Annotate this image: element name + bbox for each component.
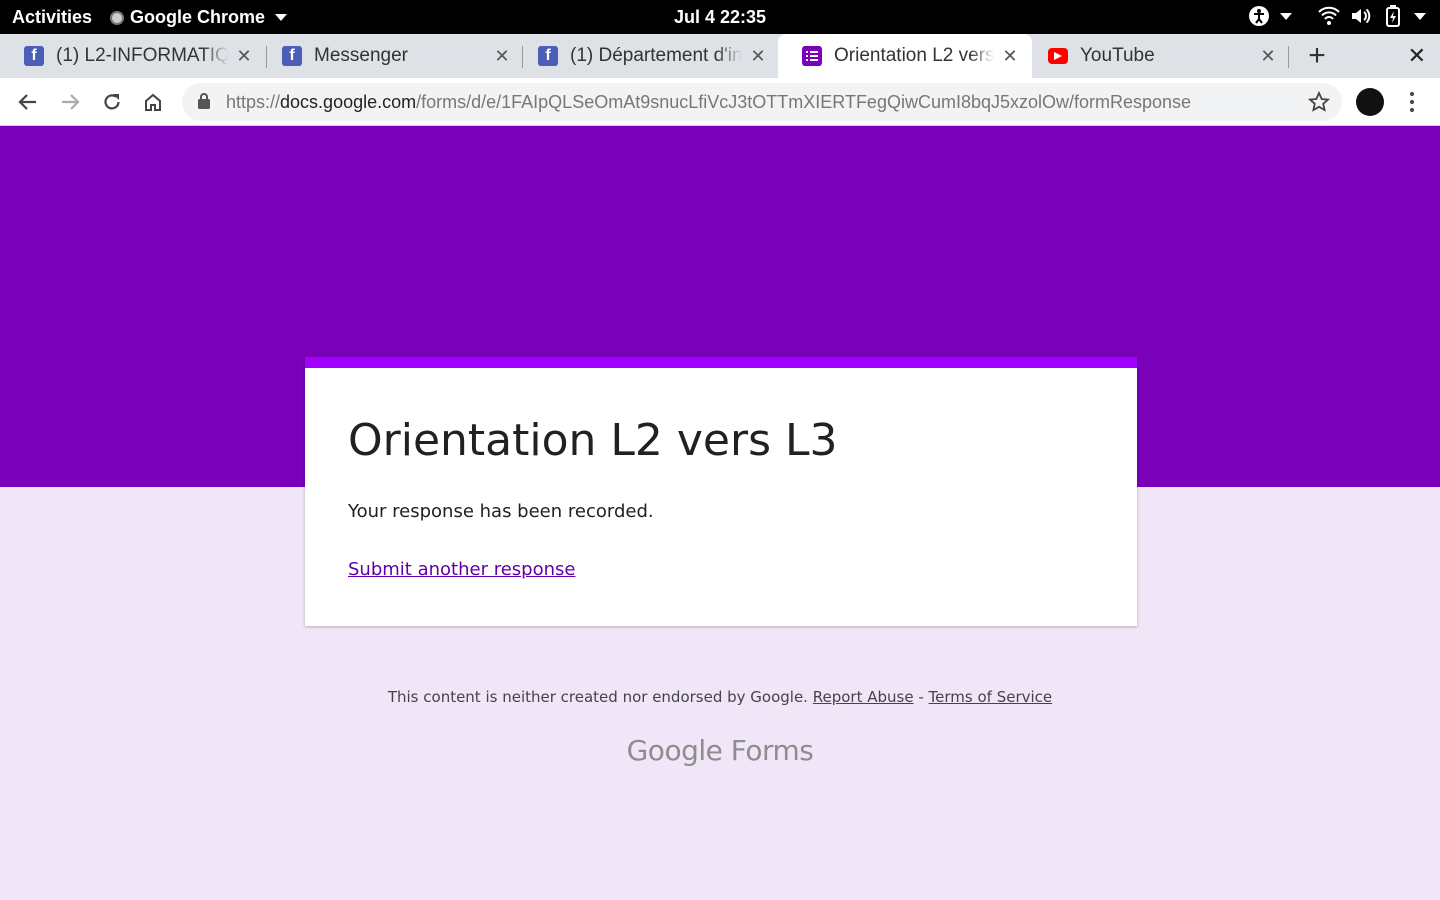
close-icon[interactable]: ✕ <box>748 46 768 67</box>
page-footer: This content is neither created nor endo… <box>0 688 1440 706</box>
form-title: Orientation L2 vers L3 <box>348 415 838 466</box>
wifi-icon[interactable] <box>1318 5 1340 27</box>
battery-icon[interactable] <box>1382 5 1404 27</box>
activities-button[interactable]: Activities <box>12 7 92 28</box>
url-scheme: https:// <box>226 92 281 112</box>
tab-title: Orientation L2 vers L3 <box>834 45 994 66</box>
logo-forms: Forms <box>730 734 814 767</box>
forward-button[interactable] <box>56 88 84 116</box>
tab-youtube[interactable]: YouTube ✕ <box>1024 34 1290 78</box>
window-close-button[interactable]: ✕ <box>1408 34 1426 78</box>
system-top-bar: Activities Google Chrome Jul 4 22:35 <box>0 0 1440 34</box>
lock-icon <box>198 93 210 109</box>
tab-l2-informatique[interactable]: f (1) L2-INFORMATIQUE ✕ <box>0 34 266 78</box>
tab-title: (1) Département d'informatique <box>570 45 742 66</box>
chrome-icon <box>110 10 124 25</box>
reload-button[interactable] <box>98 88 126 116</box>
app-menu-label: Google Chrome <box>130 7 266 27</box>
address-bar[interactable]: https://docs.google.com/forms/d/e/1FAIpQ… <box>182 83 1342 121</box>
tab-title: Messenger <box>314 45 408 66</box>
tab-orientation[interactable]: Orientation L2 vers L3 ✕ <box>778 34 1032 78</box>
facebook-icon: f <box>24 46 44 66</box>
new-tab-button[interactable]: + <box>1304 34 1330 78</box>
accessibility-icon[interactable] <box>1248 5 1270 27</box>
home-icon <box>145 93 161 111</box>
chevron-down-icon[interactable] <box>1280 12 1292 20</box>
url-path: /forms/d/e/1FAIpQLSeOmAt9snucLfiVcJ3tOTT… <box>416 92 1192 112</box>
confirmation-message: Your response has been recorded. <box>348 501 654 522</box>
menu-dot <box>1410 92 1414 96</box>
home-button[interactable] <box>139 88 167 116</box>
close-icon[interactable]: ✕ <box>492 46 512 67</box>
arrow-right-icon <box>62 94 80 110</box>
tab-strip: f (1) L2-INFORMATIQUE ✕ f Messenger ✕ f … <box>0 34 1440 78</box>
profile-avatar[interactable] <box>1356 88 1384 116</box>
facebook-icon: f <box>282 46 302 66</box>
chevron-down-icon <box>275 14 288 21</box>
menu-dot <box>1410 108 1414 112</box>
arrow-left-icon <box>18 94 36 110</box>
report-abuse-link[interactable]: Report Abuse <box>813 688 914 706</box>
close-icon[interactable]: ✕ <box>234 46 254 67</box>
forms-icon <box>802 46 822 66</box>
app-menu[interactable]: Google Chrome <box>110 7 288 28</box>
back-button[interactable] <box>14 88 42 116</box>
url-text: https://docs.google.com/forms/d/e/1FAIpQ… <box>226 92 1191 113</box>
close-icon[interactable]: ✕ <box>1000 46 1020 67</box>
footer-separator: - <box>913 688 929 706</box>
menu-dot <box>1410 100 1414 104</box>
chevron-down-icon[interactable] <box>1414 12 1426 20</box>
terms-of-service-link[interactable]: Terms of Service <box>929 688 1053 706</box>
tab-messenger[interactable]: f Messenger ✕ <box>258 34 524 78</box>
tab-title: (1) L2-INFORMATIQUE <box>56 45 228 66</box>
browser-toolbar: https://docs.google.com/forms/d/e/1FAIpQ… <box>0 78 1440 126</box>
confirmation-card: Orientation L2 vers L3 Your response has… <box>305 357 1137 626</box>
facebook-icon: f <box>538 46 558 66</box>
logo-google: Google <box>626 734 723 767</box>
youtube-icon <box>1048 48 1068 64</box>
volume-icon[interactable] <box>1350 5 1372 27</box>
chrome-menu-button[interactable] <box>1402 88 1422 116</box>
tab-departement[interactable]: f (1) Département d'informatique ✕ <box>514 34 780 78</box>
system-tray[interactable] <box>1248 5 1426 27</box>
tab-title: YouTube <box>1080 45 1155 66</box>
bookmark-star-icon[interactable] <box>1308 91 1330 113</box>
disclaimer-text: This content is neither created nor endo… <box>387 688 808 706</box>
google-forms-logo[interactable]: Google Forms <box>0 734 1440 767</box>
url-host: docs.google.com <box>280 92 417 112</box>
submit-another-response-link[interactable]: Submit another response <box>348 559 575 580</box>
tab-separator <box>1288 46 1289 68</box>
reload-icon <box>104 94 120 110</box>
close-icon[interactable]: ✕ <box>1258 46 1278 67</box>
